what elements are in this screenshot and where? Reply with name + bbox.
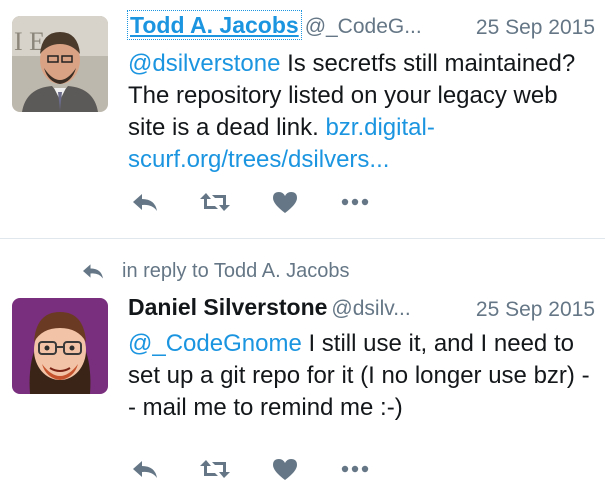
author-handle[interactable]: @_CodeG...	[305, 15, 422, 38]
like-button[interactable]	[268, 187, 302, 217]
mention-link[interactable]: @dsilverstone	[128, 50, 280, 77]
reply-button[interactable]	[128, 454, 162, 484]
tweet-actions	[128, 186, 408, 218]
tweet: in reply to Todd A. Jacobs Daniel Silver…	[0, 240, 605, 488]
more-icon	[341, 465, 369, 473]
more-button[interactable]	[338, 454, 372, 484]
tweet-text: @dsilverstone Is secretfs still maintain…	[128, 48, 591, 176]
divider	[0, 238, 605, 239]
author-handle[interactable]: @dsilv...	[331, 297, 410, 320]
retweet-icon	[200, 460, 230, 478]
heart-icon	[273, 192, 297, 213]
tweet-actions	[128, 453, 408, 485]
tweet-header: Todd A. Jacobs @_CodeG... 25 Sep 2015	[127, 10, 595, 46]
avatar[interactable]: I E S	[12, 16, 108, 112]
reply-icon	[133, 461, 157, 478]
tweet-date[interactable]: 25 Sep 2015	[476, 298, 595, 322]
reply-icon	[133, 194, 157, 211]
author-name[interactable]: Daniel Silverstone	[128, 294, 327, 320]
author-name[interactable]: Todd A. Jacobs	[127, 10, 302, 40]
avatar[interactable]	[12, 298, 108, 394]
retweet-button[interactable]	[198, 454, 232, 484]
in-reply-to-label[interactable]: in reply to Todd A. Jacobs	[122, 260, 350, 283]
more-button[interactable]	[338, 187, 372, 217]
in-reply-to[interactable]: in reply to Todd A. Jacobs	[80, 256, 350, 286]
heart-icon	[273, 459, 297, 480]
tweet-date[interactable]: 25 Sep 2015	[476, 16, 595, 40]
tweet-header: Daniel Silverstone @dsilv... 25 Sep 2015	[128, 294, 595, 328]
tweet: I E S Todd A. Jacobs @_CodeG... 25 Sep 20…	[0, 0, 605, 240]
retweet-icon	[200, 193, 230, 211]
mention-link[interactable]: @_CodeGnome	[128, 330, 302, 357]
more-icon	[341, 198, 369, 206]
like-button[interactable]	[268, 454, 302, 484]
retweet-button[interactable]	[198, 187, 232, 217]
reply-icon	[83, 264, 103, 279]
reply-button[interactable]	[128, 187, 162, 217]
tweet-text: @_CodeGnome I still use it, and I need t…	[128, 328, 591, 424]
